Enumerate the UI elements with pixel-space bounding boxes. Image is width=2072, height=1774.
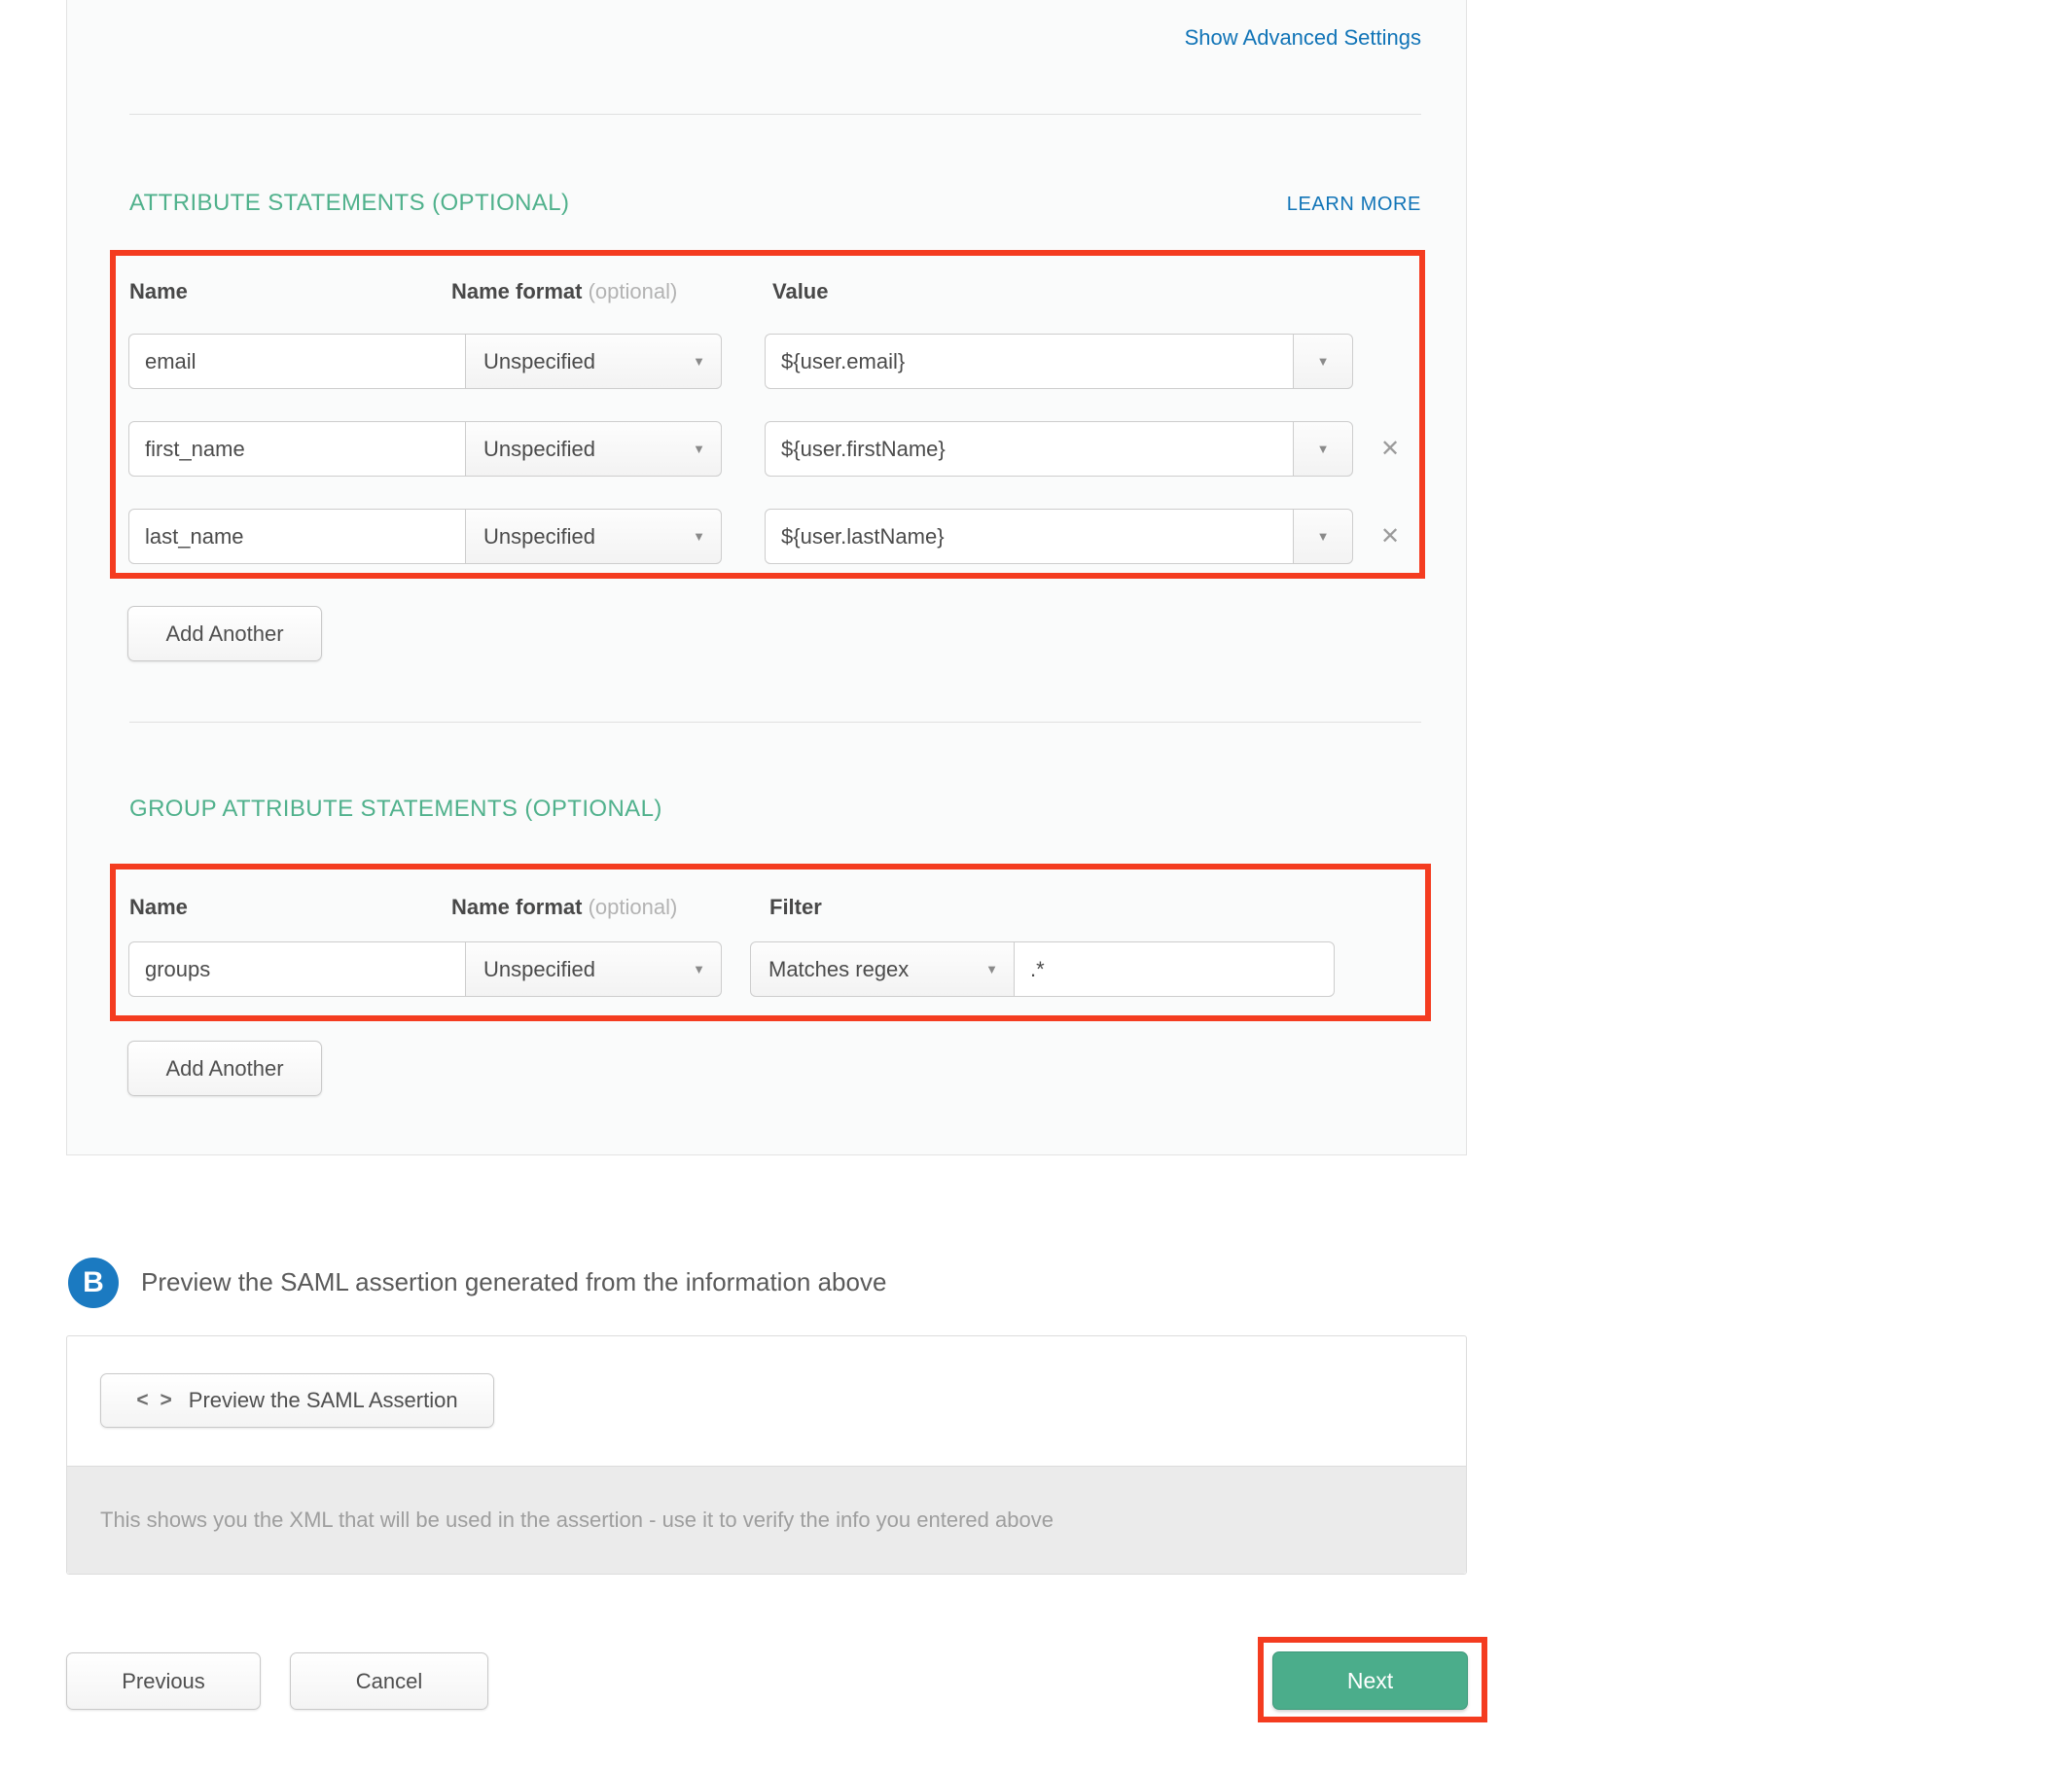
preview-saml-assertion-button[interactable]: < > Preview the SAML Assertion — [100, 1373, 494, 1428]
attribute-statements-heading: ATTRIBUTE STATEMENTS (OPTIONAL) — [129, 190, 569, 217]
column-header-optional-note: (optional) — [589, 895, 678, 919]
attribute-value-input[interactable] — [765, 509, 1294, 564]
column-header-optional-note: (optional) — [589, 279, 678, 303]
attribute-name-input[interactable] — [128, 421, 466, 477]
group-attribute-statements-heading: GROUP ATTRIBUTE STATEMENTS (OPTIONAL) — [129, 796, 662, 823]
previous-button[interactable]: Previous — [66, 1652, 261, 1710]
filter-type-selected-value: Matches regex — [768, 957, 909, 982]
name-format-select[interactable]: Unspecified ▼ — [465, 421, 722, 477]
value-expression-select[interactable]: ▼ — [1293, 509, 1353, 564]
learn-more-link[interactable]: LEARN MORE — [1287, 194, 1421, 216]
chevron-down-icon: ▼ — [1317, 529, 1330, 544]
cancel-button[interactable]: Cancel — [290, 1652, 488, 1710]
saml-settings-panel: Show Advanced Settings ATTRIBUTE STATEME… — [66, 0, 1467, 1155]
column-header-name-format: Name format (optional) — [451, 895, 677, 920]
chevron-down-icon: ▼ — [1317, 354, 1330, 369]
code-icon: < > — [136, 1389, 174, 1412]
column-header-name-format: Name format (optional) — [451, 279, 677, 304]
preview-helper-strip: This shows you the XML that will be used… — [67, 1466, 1466, 1574]
attribute-value-input[interactable] — [765, 334, 1294, 389]
preview-button-label: Preview the SAML Assertion — [189, 1388, 458, 1413]
value-expression-select[interactable]: ▼ — [1293, 421, 1353, 477]
saml-settings-page: Show Advanced Settings ATTRIBUTE STATEME… — [0, 0, 2072, 1774]
chevron-down-icon: ▼ — [693, 442, 705, 456]
add-another-group-attribute-button[interactable]: Add Another — [127, 1041, 322, 1096]
chevron-down-icon: ▼ — [693, 962, 705, 976]
attribute-value-input[interactable] — [765, 421, 1294, 477]
column-header-name: Name — [129, 895, 188, 920]
attribute-name-input[interactable] — [128, 509, 466, 564]
name-format-select[interactable]: Unspecified ▼ — [465, 941, 722, 997]
step-b-heading: Preview the SAML assertion generated fro… — [141, 1267, 886, 1297]
remove-row-button[interactable]: ✕ — [1371, 509, 1410, 564]
step-b-badge: B — [68, 1258, 119, 1308]
add-another-attribute-button[interactable]: Add Another — [127, 606, 322, 661]
name-format-selected-value: Unspecified — [483, 524, 595, 550]
chevron-down-icon: ▼ — [693, 354, 705, 369]
name-format-selected-value: Unspecified — [483, 349, 595, 374]
filter-type-select[interactable]: Matches regex ▼ — [750, 941, 1015, 997]
attribute-name-input[interactable] — [128, 334, 466, 389]
name-format-select[interactable]: Unspecified ▼ — [465, 334, 722, 389]
show-advanced-settings-link[interactable]: Show Advanced Settings — [1185, 25, 1421, 51]
column-header-name-format-label: Name format — [451, 895, 582, 919]
group-attribute-name-input[interactable] — [128, 941, 466, 997]
value-expression-select[interactable]: ▼ — [1293, 334, 1353, 389]
section-divider — [129, 114, 1421, 115]
name-format-select[interactable]: Unspecified ▼ — [465, 509, 722, 564]
chevron-down-icon: ▼ — [1317, 442, 1330, 456]
section-divider — [129, 722, 1421, 723]
filter-value-input[interactable] — [1014, 941, 1335, 997]
chevron-down-icon: ▼ — [985, 962, 998, 976]
column-header-name: Name — [129, 279, 188, 304]
name-format-selected-value: Unspecified — [483, 957, 595, 982]
preview-helper-text: This shows you the XML that will be used… — [100, 1508, 1054, 1533]
next-button[interactable]: Next — [1272, 1651, 1468, 1710]
column-header-value: Value — [772, 279, 828, 304]
name-format-selected-value: Unspecified — [483, 437, 595, 462]
column-header-filter: Filter — [769, 895, 822, 920]
preview-assertion-panel: < > Preview the SAML Assertion This show… — [66, 1335, 1467, 1575]
chevron-down-icon: ▼ — [693, 529, 705, 544]
remove-row-button[interactable]: ✕ — [1371, 421, 1410, 477]
column-header-name-format-label: Name format — [451, 279, 582, 303]
